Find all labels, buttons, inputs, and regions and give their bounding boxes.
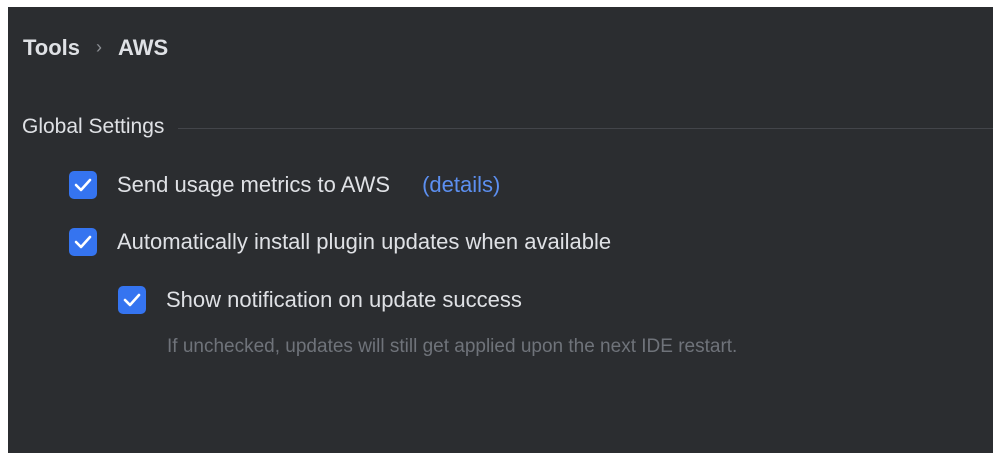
check-icon	[123, 293, 141, 307]
breadcrumb: Tools › AWS	[23, 35, 168, 61]
breadcrumb-item-aws: AWS	[118, 35, 169, 60]
section-divider	[178, 128, 993, 129]
settings-panel: Tools › AWS Global Settings Send usage m…	[8, 7, 993, 453]
auto-install-label[interactable]: Automatically install plugin updates whe…	[117, 229, 611, 255]
show-notification-label[interactable]: Show notification on update success	[166, 287, 522, 313]
update-hint-text: If unchecked, updates will still get app…	[167, 336, 738, 357]
details-link[interactable]: (details)	[422, 172, 500, 198]
show-notification-option[interactable]: Show notification on update success	[118, 286, 522, 314]
send-metrics-option[interactable]: Send usage metrics to AWS (details)	[69, 171, 500, 199]
auto-install-checkbox[interactable]	[69, 228, 97, 256]
show-notification-checkbox[interactable]	[118, 286, 146, 314]
breadcrumb-item-tools[interactable]: Tools	[23, 35, 80, 61]
section-title: Global Settings	[22, 115, 165, 138]
global-settings-section: Global Settings	[22, 115, 993, 139]
check-icon	[74, 178, 92, 192]
chevron-right-icon: ›	[96, 36, 103, 57]
check-icon	[74, 235, 92, 249]
send-metrics-checkbox[interactable]	[69, 171, 97, 199]
auto-install-option[interactable]: Automatically install plugin updates whe…	[69, 228, 611, 256]
send-metrics-label[interactable]: Send usage metrics to AWS	[117, 172, 390, 198]
